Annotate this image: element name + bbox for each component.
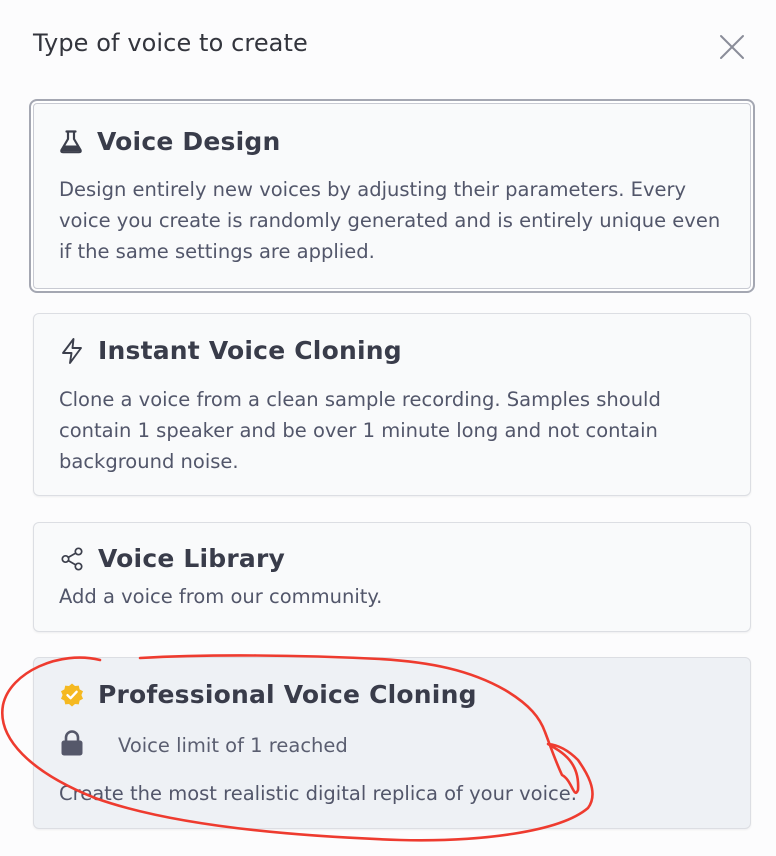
share-icon — [58, 545, 86, 573]
option-description: Add a voice from our community. — [59, 585, 383, 608]
verified-badge-icon — [58, 681, 86, 709]
lock-icon — [60, 729, 84, 761]
option-description: Clone a voice from a clean sample record… — [59, 388, 661, 473]
voice-limit-status: Voice limit of 1 reached — [60, 729, 348, 761]
close-button[interactable] — [719, 34, 745, 60]
flask-icon — [57, 128, 85, 156]
option-professional-voice-cloning: Professional Voice Cloning Voice limit o… — [33, 657, 751, 829]
option-description: Design entirely new voices by adjusting … — [59, 178, 721, 263]
option-voice-design[interactable]: Voice Design Design entirely new voices … — [29, 99, 755, 293]
option-title: Voice Library — [98, 544, 286, 573]
option-instant-voice-cloning[interactable]: Instant Voice Cloning Clone a voice from… — [33, 313, 751, 496]
close-icon — [720, 35, 744, 59]
dialog-title: Type of voice to create — [33, 29, 308, 57]
option-description: Create the most realistic digital replic… — [59, 782, 577, 805]
voice-limit-text: Voice limit of 1 reached — [118, 733, 348, 757]
option-title: Professional Voice Cloning — [98, 680, 477, 709]
option-title: Instant Voice Cloning — [98, 336, 402, 365]
lightning-icon — [58, 337, 86, 365]
option-title: Voice Design — [97, 127, 281, 156]
option-voice-library[interactable]: Voice Library Add a voice from our commu… — [33, 522, 751, 632]
